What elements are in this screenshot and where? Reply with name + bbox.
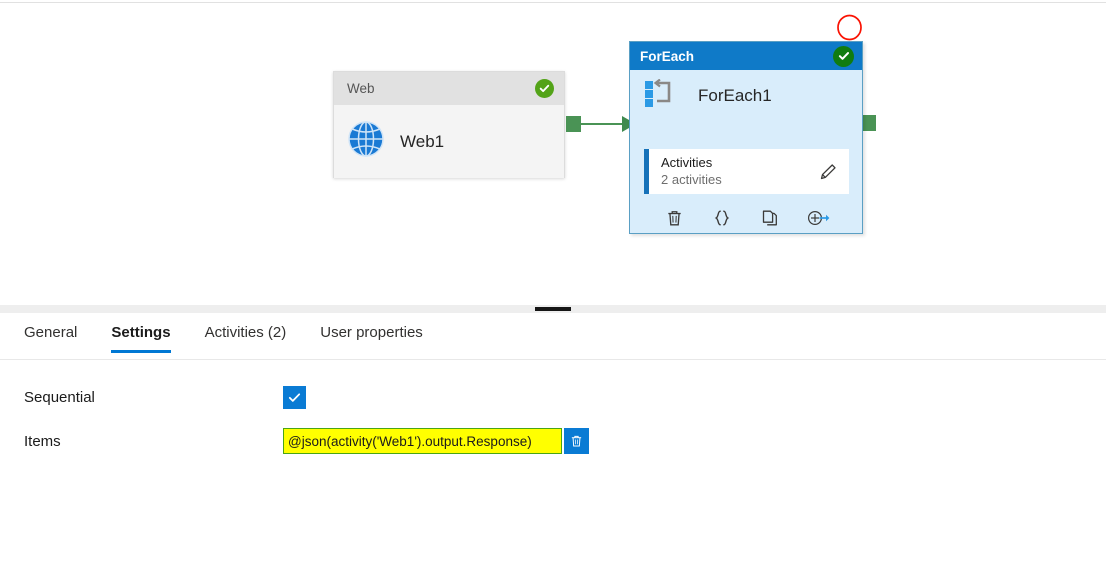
activities-card-title: Activities (661, 155, 713, 170)
tab-user-properties[interactable]: User properties (320, 313, 423, 353)
pencil-icon[interactable] (813, 162, 843, 182)
web-activity-node[interactable]: Web Web1 (333, 71, 565, 178)
tab-settings[interactable]: Settings (111, 313, 171, 353)
check-circle-icon (535, 79, 554, 98)
code-button[interactable] (709, 205, 735, 231)
tab-general[interactable]: General (24, 313, 77, 353)
tab-activities[interactable]: Activities (2) (205, 313, 287, 353)
items-field-row: Items (0, 425, 1106, 457)
connector-web-to-foreach[interactable] (560, 108, 640, 140)
items-label: Items (24, 432, 61, 450)
activities-card-subtitle: 2 activities (661, 172, 722, 187)
web-node-type-label: Web (347, 81, 375, 96)
web-node-name: Web1 (400, 131, 445, 151)
sequential-field-row: Sequential (0, 383, 1106, 411)
web-node-header: Web (334, 72, 564, 105)
foreach-loop-icon (644, 78, 676, 114)
web-node-body: Web1 (334, 105, 564, 178)
globe-icon (348, 121, 384, 162)
trash-icon (571, 435, 582, 447)
checkmark-icon (288, 392, 301, 402)
delete-button[interactable] (661, 205, 687, 231)
clone-button[interactable] (757, 205, 783, 231)
items-input[interactable] (283, 428, 562, 454)
properties-tab-bar: General Settings Activities (2) User pro… (0, 313, 1106, 360)
foreach-node-type-label: ForEach (640, 48, 695, 64)
red-circle-highlight-annotation (836, 14, 863, 41)
pipeline-canvas[interactable]: Web Web1 ForEach ForEach1 Activities 2 a… (0, 3, 1106, 305)
activities-summary-card[interactable]: Activities 2 activities (644, 149, 849, 194)
add-output-button[interactable] (805, 205, 831, 231)
foreach-node-body: ForEach1 (630, 70, 862, 122)
foreach-output-handle[interactable] (861, 115, 876, 131)
sequential-checkbox[interactable] (283, 385, 306, 409)
drag-handle-icon[interactable] (535, 307, 571, 311)
activities-card-text: Activities 2 activities (649, 155, 813, 188)
check-circle-icon (833, 45, 854, 67)
foreach-node-toolbar (630, 202, 862, 233)
sequential-label: Sequential (24, 388, 95, 406)
activity-properties-panel: General Settings Activities (2) User pro… (0, 313, 1106, 585)
items-clear-button[interactable] (564, 428, 589, 454)
foreach-node-name: ForEach1 (698, 86, 772, 105)
foreach-node-header: ForEach (630, 42, 862, 70)
panel-splitter[interactable] (0, 305, 1106, 313)
items-control (283, 428, 589, 454)
foreach-activity-node[interactable]: ForEach ForEach1 Activities 2 activities (629, 41, 863, 234)
